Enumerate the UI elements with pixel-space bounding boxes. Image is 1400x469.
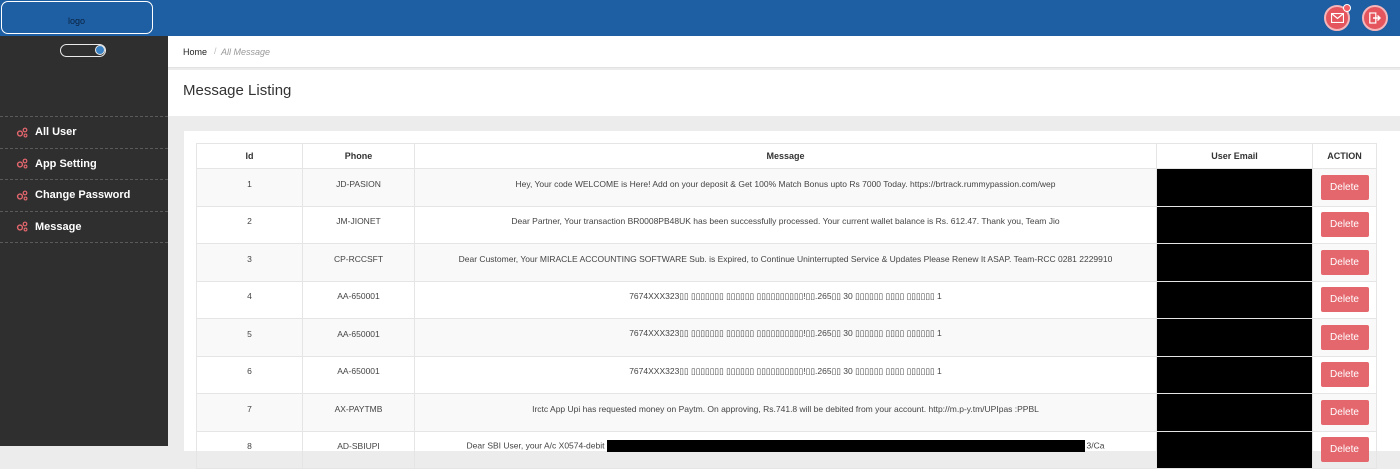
cell-message: 7674XXX323▯▯ ▯▯▯▯▯▯▯ ▯▯▯▯▯▯ ▯▯▯▯▯▯▯▯▯▯!▯… [414,355,1157,394]
cell-message: Hey, Your code WELCOME is Here! Add on y… [414,168,1157,207]
avatar-dot [95,45,105,55]
gears-icon [16,221,28,233]
redaction-bar [606,440,1085,453]
cell-id: 5 [196,318,303,357]
breadcrumb-current: All Message [221,47,271,57]
sidebar-item-change-password[interactable]: Change Password [0,180,168,212]
sidebar-item-label: Change Password [35,189,131,202]
delete-button[interactable]: Delete [1320,437,1369,463]
cell-user-email-redacted [1156,318,1313,357]
cell-action: Delete [1312,243,1377,282]
delete-button[interactable]: Delete [1320,287,1369,313]
breadcrumb: Home / All Message [168,36,1400,68]
gears-icon [16,158,28,170]
sidebar: All User App Setting Change Password Mes… [0,36,168,446]
sidebar-item-label: Message [35,220,82,233]
messages-button[interactable] [1324,4,1351,31]
logout-button[interactable] [1362,5,1388,31]
delete-button[interactable]: Delete [1320,249,1369,275]
cell-user-email-redacted [1156,393,1313,432]
cell-action: Delete [1312,280,1377,319]
mail-icon [1330,13,1344,23]
cell-action: Delete [1312,318,1377,357]
avatar[interactable] [60,44,106,57]
cell-id: 1 [196,168,303,207]
gears-icon [16,126,28,138]
cell-phone: AA-650001 [302,355,415,394]
cell-phone: CP-RCCSFT [302,243,415,282]
column-header-action: ACTION [1312,143,1377,169]
cell-id: 8 [196,430,303,469]
delete-button[interactable]: Delete [1320,174,1369,200]
page-header: Message Listing [168,70,1400,116]
logout-icon [1369,12,1381,24]
cell-phone: AD-SBIUPI [302,430,415,469]
notification-dot [1343,4,1351,12]
sidebar-item-message[interactable]: Message [0,212,168,243]
column-header-user-email: User Email [1156,143,1313,169]
sidebar-item-app-setting[interactable]: App Setting [0,149,168,180]
sidebar-nav: All User App Setting Change Password Mes… [0,117,168,243]
cell-phone: JD-PASION [302,168,415,207]
sidebar-item-all-user[interactable]: All User [0,117,168,149]
cell-user-email-redacted [1156,280,1313,319]
cell-id: 4 [196,280,303,319]
table-row: 4 AA-650001 7674XXX323▯▯ ▯▯▯▯▯▯▯ ▯▯▯▯▯▯ … [196,280,1377,319]
cell-action: Delete [1312,430,1377,469]
cell-message: Dear SBI User, your A/c X0574-debit 3/Ca [414,430,1157,469]
cell-user-email-redacted [1156,168,1313,207]
cell-phone: AA-650001 [302,318,415,357]
cell-user-email-redacted [1156,243,1313,282]
table-header-row: Id Phone Message User Email ACTION [196,143,1377,169]
cell-phone: JM-JIONET [302,205,415,244]
table-row: 8 AD-SBIUPI Dear SBI User, your A/c X057… [196,430,1377,469]
cell-action: Delete [1312,168,1377,207]
table-row: 1 JD-PASION Hey, Your code WELCOME is He… [196,168,1377,207]
column-header-message: Message [414,143,1157,169]
cell-id: 3 [196,243,303,282]
breadcrumb-home[interactable]: Home [183,47,207,57]
table-row: 6 AA-650001 7674XXX323▯▯ ▯▯▯▯▯▯▯ ▯▯▯▯▯▯ … [196,355,1377,394]
message-table: Id Phone Message User Email ACTION 1 JD-… [196,143,1377,469]
cell-phone: AA-650001 [302,280,415,319]
table-row: 2 JM-JIONET Dear Partner, Your transacti… [196,205,1377,244]
logo[interactable]: logo [1,1,153,34]
top-navbar: logo [0,0,1400,36]
table-row: 5 AA-650001 7674XXX323▯▯ ▯▯▯▯▯▯▯ ▯▯▯▯▯▯ … [196,318,1377,357]
cell-action: Delete [1312,205,1377,244]
gears-icon [16,189,28,201]
page-title: Message Listing [183,82,292,99]
cell-id: 7 [196,393,303,432]
cell-user-email-redacted [1156,205,1313,244]
table-row: 7 AX-PAYTMB Irctc App Upi has requested … [196,393,1377,432]
cell-id: 2 [196,205,303,244]
column-header-phone: Phone [302,143,415,169]
cell-message: 7674XXX323▯▯ ▯▯▯▯▯▯▯ ▯▯▯▯▯▯ ▯▯▯▯▯▯▯▯▯▯!▯… [414,280,1157,319]
delete-button[interactable]: Delete [1320,362,1369,388]
sidebar-item-label: App Setting [35,157,97,170]
breadcrumb-separator: / [214,46,217,56]
cell-phone: AX-PAYTMB [302,393,415,432]
cell-id: 6 [196,355,303,394]
table-row: 3 CP-RCCSFT Dear Customer, Your MIRACLE … [196,243,1377,282]
delete-button[interactable]: Delete [1320,324,1369,350]
sidebar-item-label: All User [35,126,77,139]
column-header-id: Id [196,143,303,169]
delete-button[interactable]: Delete [1320,399,1369,425]
cell-action: Delete [1312,393,1377,432]
cell-message: Irctc App Upi has requested money on Pay… [414,393,1157,432]
message-table-card: Id Phone Message User Email ACTION 1 JD-… [184,131,1400,469]
cell-message: Dear Partner, Your transaction BR0008PB4… [414,205,1157,244]
cell-action: Delete [1312,355,1377,394]
cell-message: Dear Customer, Your MIRACLE ACCOUNTING S… [414,243,1157,282]
cell-user-email-redacted [1156,355,1313,394]
delete-button[interactable]: Delete [1320,212,1369,238]
cell-message: 7674XXX323▯▯ ▯▯▯▯▯▯▯ ▯▯▯▯▯▯ ▯▯▯▯▯▯▯▯▯▯!▯… [414,318,1157,357]
logo-text: logo [68,16,86,26]
cell-user-email-redacted [1156,430,1313,469]
